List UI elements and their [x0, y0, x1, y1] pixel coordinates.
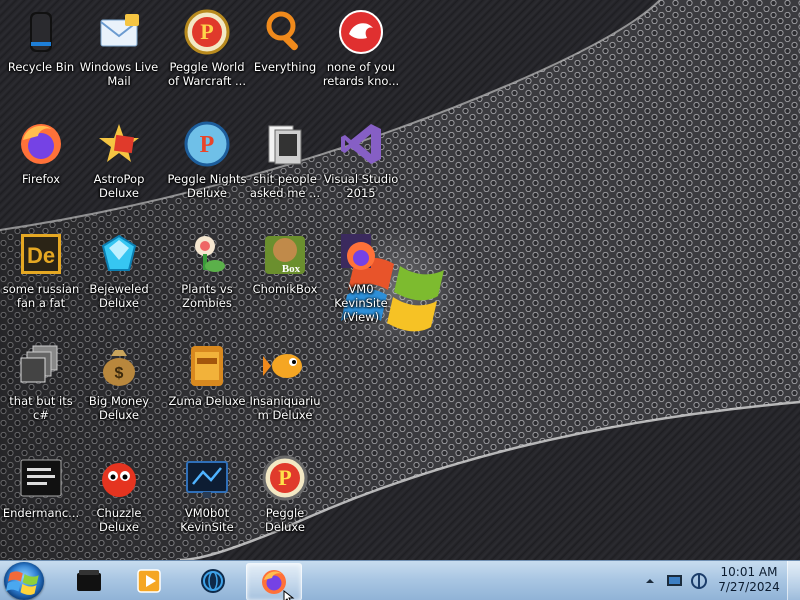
- peggle-wow-icon: P: [184, 9, 230, 55]
- desktop-icon-monitor-app[interactable]: VM0b0t KevinSite: [168, 448, 246, 556]
- chuzzle-icon: [102, 463, 136, 497]
- system-clock[interactable]: 10:01 AM 7/27/2024: [712, 565, 786, 595]
- desktop-icon-dreamweaver[interactable]: De some russian fan a fat: [2, 224, 80, 332]
- desktop-icon-peggle-nights[interactable]: P Peggle Nights Deluxe: [167, 114, 247, 222]
- desktop-icon-label: Firefox: [21, 172, 61, 186]
- money-bag-icon: $: [103, 350, 135, 386]
- desktop-icon-label: Peggle Deluxe: [265, 506, 305, 534]
- chomikbox-icon: Box: [265, 236, 305, 275]
- mouse-cursor-icon: [283, 590, 295, 600]
- network-icon[interactable]: [690, 572, 708, 590]
- desktop-icon-label: VM0b0t KevinSite: [180, 506, 234, 534]
- desktop-icon-windows-live-mail[interactable]: Windows Live Mail: [80, 2, 158, 110]
- svg-text:P: P: [200, 132, 215, 158]
- desktop-icon-terminal[interactable]: Endermanc...: [2, 448, 80, 556]
- desktop-icon-firefox[interactable]: Firefox: [2, 114, 80, 222]
- taskbar-app-terminal[interactable]: [62, 563, 116, 599]
- desktop-icon-label: Big Money Deluxe: [88, 394, 150, 422]
- desktop-icon-visual-studio[interactable]: Visual Studio 2015: [322, 114, 400, 222]
- dreamweaver-icon: De: [21, 234, 61, 274]
- start-orb-icon: [5, 571, 39, 595]
- terminal-icon: [20, 459, 62, 497]
- desktop: Recycle Bin Windows Live Mail P Peggle Worl…: [0, 0, 800, 560]
- desktop-icon-label: Everything: [253, 60, 317, 74]
- firefox-shortcut-icon: [341, 234, 375, 270]
- start-button[interactable]: [4, 562, 44, 600]
- desktop-icon-label: Windows Live Mail: [79, 60, 159, 88]
- desktop-icon-label: that but its c#: [9, 394, 73, 422]
- svg-text:$: $: [115, 365, 124, 382]
- recycle-bin-icon: [30, 12, 52, 52]
- desktop-icon-label: ChomikBox: [252, 282, 318, 296]
- monitor-app-icon: [186, 461, 228, 498]
- desktop-icon-label: Insaniquarium Deluxe: [249, 394, 321, 422]
- goldfish-icon: [263, 354, 302, 378]
- windows-live-mail-icon: [100, 14, 139, 47]
- peggle-icon: P: [262, 455, 308, 501]
- plants-vs-zombies-icon: [195, 236, 225, 272]
- desktop-icon-astropop[interactable]: AstroPop Deluxe: [80, 114, 158, 222]
- desktop-icon-stacked-windows[interactable]: that but its c#: [2, 336, 80, 444]
- folder-icon: [268, 125, 302, 165]
- show-hidden-icons-chevron-icon[interactable]: [645, 576, 655, 586]
- desktop-icon-goldfish[interactable]: Insaniquarium Deluxe: [246, 336, 324, 444]
- desktop-icon-chomikbox[interactable]: Box ChomikBox: [246, 224, 324, 332]
- desktop-icon-label: Peggle World of Warcraft ...: [168, 60, 246, 88]
- desktop-icon-label: Chuzzle Deluxe: [96, 506, 142, 534]
- red-creature-icon: [339, 10, 383, 54]
- desktop-icon-label: Endermanc...: [2, 506, 80, 520]
- taskbar: 10:01 AM 7/27/2024: [0, 560, 800, 600]
- desktop-icon-chuzzle[interactable]: Chuzzle Deluxe: [80, 448, 158, 556]
- svg-text:De: De: [27, 243, 55, 268]
- action-center-flag-icon[interactable]: [666, 573, 684, 589]
- desktop-icon-everything-search[interactable]: Everything: [246, 2, 324, 110]
- everything-search-icon: [266, 11, 298, 51]
- media-player-taskbar-icon: [137, 569, 161, 593]
- svg-text:P: P: [278, 465, 291, 490]
- visual-studio-icon: [341, 124, 381, 164]
- desktop-icon-firefox-shortcut[interactable]: VM0 KevinSite (View): [322, 224, 400, 332]
- desktop-icon-money-bag[interactable]: $ Big Money Deluxe: [80, 336, 158, 444]
- astropop-icon: [99, 124, 139, 162]
- desktop-icon-peggle-wow[interactable]: P Peggle World of Warcraft ...: [168, 2, 246, 110]
- desktop-icon-label: AstroPop Deluxe: [93, 172, 145, 200]
- desktop-icon-recycle-bin[interactable]: Recycle Bin: [2, 2, 80, 110]
- desktop-icon-label: shit people asked me ...: [249, 172, 321, 200]
- desktop-icon-label: Recycle Bin: [7, 60, 75, 74]
- svg-text:P: P: [200, 19, 213, 44]
- svg-text:Box: Box: [282, 263, 301, 275]
- desktop-icon-peggle[interactable]: P Peggle Deluxe: [246, 448, 324, 556]
- clock-date: 7/27/2024: [718, 580, 780, 594]
- taskbar-app-globe[interactable]: [186, 563, 240, 599]
- desktop-icon-label: Plants vs Zombies: [181, 282, 233, 310]
- desktop-icon-label: VM0 KevinSite (View): [334, 282, 388, 324]
- desktop-icon-folder[interactable]: shit people asked me ...: [246, 114, 324, 222]
- show-desktop-button[interactable]: [787, 561, 800, 600]
- desktop-icon-plants-vs-zombies[interactable]: Plants vs Zombies: [168, 224, 246, 332]
- stacked-windows-icon: [20, 345, 58, 383]
- desktop-icon-zuma[interactable]: Zuma Deluxe: [168, 336, 246, 444]
- desktop-icon-label: some russian fan a fat: [2, 282, 80, 310]
- desktop-icon-bejeweled[interactable]: Bejeweled Deluxe: [80, 224, 158, 332]
- desktop-icon-label: Zuma Deluxe: [168, 394, 246, 408]
- firefox-icon: [21, 124, 61, 164]
- desktop-icon-label: none of you retards kno...: [322, 60, 400, 88]
- peggle-nights-icon: P: [184, 121, 230, 167]
- clock-time: 10:01 AM: [720, 565, 778, 579]
- desktop-icon-label: Visual Studio 2015: [323, 172, 399, 200]
- bejeweled-icon: [101, 234, 137, 271]
- taskbar-app-media-player[interactable]: [122, 563, 176, 599]
- desktop-icon-red-creature[interactable]: none of you retards kno...: [322, 2, 400, 110]
- globe-taskbar-icon: [201, 569, 225, 593]
- zuma-icon: [191, 346, 223, 386]
- desktop-icon-label: Peggle Nights Deluxe: [167, 172, 247, 200]
- terminal-taskbar-icon: [77, 570, 101, 591]
- desktop-icon-label: Bejeweled Deluxe: [89, 282, 149, 310]
